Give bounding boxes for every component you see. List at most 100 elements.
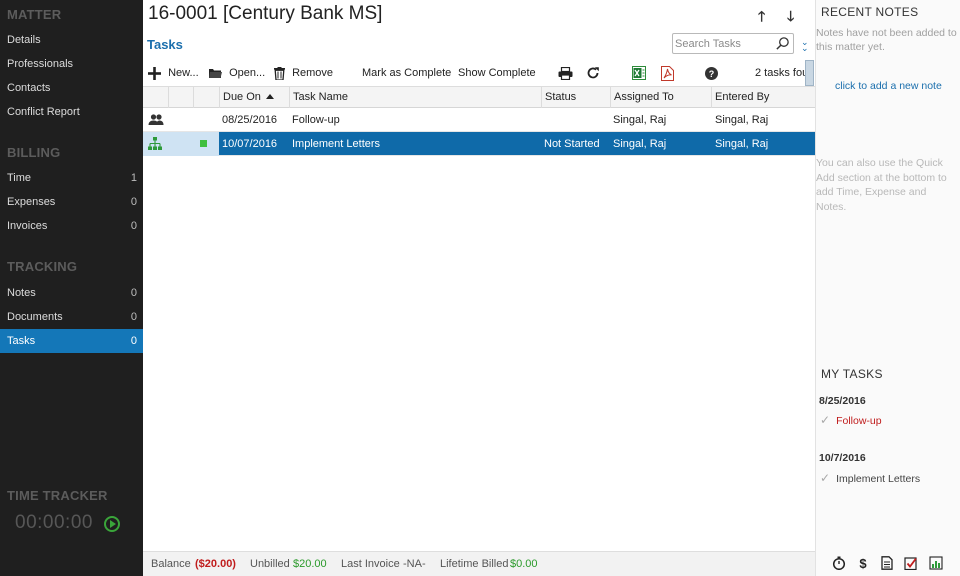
search-icon[interactable] [775, 36, 790, 51]
cell-due-on: 08/25/2016 [222, 114, 278, 126]
header-label: Assigned To [614, 91, 674, 103]
sidebar-item-time[interactable]: Time 1 [0, 166, 143, 190]
last-invoice-value: -NA- [403, 558, 426, 570]
export-excel-button[interactable] [632, 62, 646, 84]
lifetime-billed-label: Lifetime Billed [440, 558, 509, 570]
sidebar-item-count: 0 [130, 335, 137, 347]
table-header: Due On Task Name Status Assigned To Ente… [143, 86, 815, 108]
header-flag-col [168, 87, 193, 108]
sidebar-item-label: Conflict Report [7, 106, 80, 118]
status-square-icon [200, 140, 207, 147]
cell-due-on: 10/07/2016 [222, 138, 278, 150]
last-invoice-label: Last Invoice [341, 558, 400, 570]
remove-button-label: Remove [292, 67, 334, 79]
sidebar-item-expenses[interactable]: Expenses 0 [0, 190, 143, 214]
balance-label: Balance [151, 558, 191, 570]
checkmark-icon: ✓ [820, 471, 831, 485]
sidebar-item-tasks[interactable]: Tasks 0 [0, 329, 143, 353]
arrow-up-icon[interactable]: 🡑 [758, 6, 765, 30]
my-task-item[interactable]: ✓ Implement Letters [820, 471, 920, 485]
remove-button[interactable]: Remove [274, 62, 333, 84]
sidebar-item-professionals[interactable]: Professionals [0, 52, 143, 76]
my-task-item[interactable]: ✓ Follow-up [820, 413, 882, 427]
sidebar-item-invoices[interactable]: Invoices 0 [0, 214, 143, 238]
table-row[interactable]: 08/25/2016 Follow-up Singal, Raj Singal,… [143, 108, 815, 132]
open-button[interactable]: Open... [208, 62, 265, 84]
cell-status: Not Started [544, 138, 600, 150]
header-status[interactable]: Status [541, 87, 610, 108]
trash-icon [274, 66, 285, 81]
cell-assigned-to: Singal, Raj [613, 114, 667, 126]
sidebar-item-label: Details [7, 34, 41, 46]
time-tracker-display: 00:00:00 [15, 512, 93, 533]
toolbar: New... Open... Remove Mark as Complete S… [143, 60, 815, 86]
help-button[interactable]: ? [705, 62, 718, 84]
sidebar-item-details[interactable]: Details [0, 28, 143, 52]
report-icon[interactable] [928, 556, 944, 572]
sidebar-item-label: Contacts [7, 82, 51, 94]
play-icon[interactable] [104, 516, 120, 532]
right-panel: RECENT NOTES Notes have not been added t… [815, 0, 960, 576]
printer-icon [558, 66, 573, 80]
sidebar-item-label: Invoices [7, 220, 48, 232]
export-pdf-button[interactable] [661, 62, 674, 84]
sidebar-item-conflict-report[interactable]: Conflict Report [0, 100, 143, 124]
header-label: Status [545, 91, 577, 103]
task-count: 2 tasks found [755, 67, 805, 79]
header-entered-by[interactable]: Entered By [711, 87, 815, 108]
search-box [672, 33, 794, 54]
lifetime-billed-value: $0.00 [510, 558, 538, 570]
new-button-label: New... [168, 67, 199, 79]
refresh-icon [587, 67, 599, 79]
task-check-icon[interactable] [903, 556, 919, 572]
sidebar-item-count: 0 [130, 287, 137, 299]
document-icon[interactable] [879, 556, 895, 572]
people-icon [148, 114, 164, 125]
sidebar-item-label: Time [7, 172, 32, 184]
header-label: Entered By [715, 91, 770, 103]
quick-add-tip: You can also use the Quick Add section a… [816, 157, 947, 213]
page-title: 16-0001 [Century Bank MS] [148, 3, 383, 24]
open-button-label: Open... [229, 67, 266, 79]
sidebar-item-notes[interactable]: Notes 0 [0, 281, 143, 305]
sidebar-item-label: Tasks [7, 335, 36, 347]
sidebar-item-contacts[interactable]: Contacts [0, 76, 143, 100]
recent-notes-title: RECENT NOTES [821, 5, 919, 19]
checkmark-icon: ✓ [820, 413, 831, 427]
header-task-name[interactable]: Task Name [289, 87, 541, 108]
print-button[interactable] [558, 62, 573, 84]
show-complete-button[interactable]: Show Complete [458, 62, 536, 84]
quick-add-bar: $ [816, 556, 959, 574]
mark-complete-button[interactable]: Mark as Complete [362, 62, 451, 84]
table-row-selected[interactable]: 10/07/2016 Implement Letters Not Started… [143, 132, 815, 156]
cell-task-name: Follow-up [292, 114, 340, 126]
cell-task-name: Implement Letters [292, 138, 381, 150]
header-due-on[interactable]: Due On [219, 87, 289, 108]
add-note-link[interactable]: click to add a new note [835, 80, 942, 92]
section-time-tracker: TIME TRACKER [7, 488, 108, 503]
search-input[interactable] [675, 36, 773, 51]
header-assigned-to[interactable]: Assigned To [610, 87, 711, 108]
sidebar-item-count: 1 [130, 172, 137, 184]
sidebar-item-count: 0 [130, 220, 137, 232]
section-tracking: TRACKING [7, 259, 78, 274]
arrow-down-icon[interactable]: 🡓 [787, 6, 794, 30]
stopwatch-icon[interactable] [831, 556, 847, 572]
excel-icon [632, 66, 646, 81]
sidebar-item-documents[interactable]: Documents 0 [0, 305, 143, 329]
billing-summary-bar: Balance ($20.00) Unbilled $20.00 Last In… [143, 551, 815, 576]
double-chevron-down-icon[interactable]: ⌄ ⌄ [801, 38, 809, 53]
header-status-col [193, 87, 219, 108]
folder-icon [209, 69, 222, 79]
section-billing: BILLING [7, 145, 61, 160]
cell-entered-by: Singal, Raj [715, 138, 769, 150]
dollar-icon[interactable]: $ [855, 556, 871, 572]
sort-ascending-icon [265, 94, 274, 99]
header-icon-col [143, 87, 168, 108]
hierarchy-icon [148, 137, 162, 150]
toolbar-scrollbar[interactable] [805, 60, 814, 86]
sidebar-item-label: Professionals [7, 58, 74, 70]
recent-notes-empty-text: Notes have not been added to this matter… [816, 27, 957, 53]
new-button[interactable]: New... [148, 62, 199, 84]
refresh-button[interactable] [586, 62, 600, 84]
